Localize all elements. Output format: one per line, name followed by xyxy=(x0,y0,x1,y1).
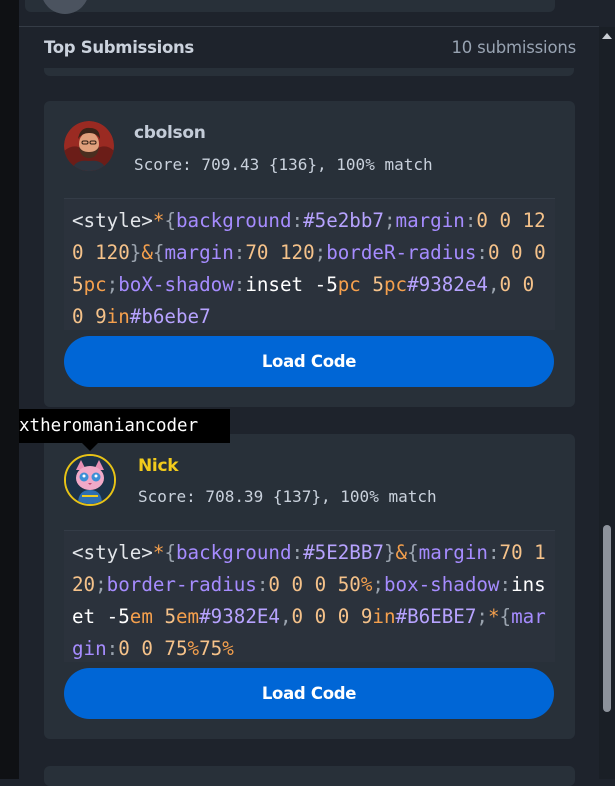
load-code-button[interactable]: Load Code xyxy=(64,668,554,719)
panel-title: Top Submissions xyxy=(44,38,194,57)
tooltip-arrow xyxy=(82,443,98,451)
previous-submission-card xyxy=(44,68,574,76)
scroll-up-arrow-icon[interactable] xyxy=(602,33,612,39)
submission-count: 10 submissions xyxy=(451,38,576,57)
submission-card: cbolson Score: 709.43 {136}, 100% match … xyxy=(44,101,575,407)
previous-panel-card xyxy=(25,0,555,12)
code-preview: <style>*{background:#5E2BB7}&{margin:70 … xyxy=(64,530,555,662)
scrollbar[interactable] xyxy=(599,27,615,779)
cat-mascot-avatar-icon xyxy=(64,454,116,506)
scrollbar-thumb[interactable] xyxy=(603,525,611,712)
username-tooltip: xtheromaniancoder xyxy=(19,409,230,443)
code-text: <style>*{background:#5E2BB7}&{margin:70 … xyxy=(72,541,546,660)
username[interactable]: Nick xyxy=(138,456,179,476)
submissions-header: Top Submissions 10 submissions xyxy=(19,27,599,68)
score-text: Score: 709.43 {136}, 100% match xyxy=(134,155,433,174)
next-submission-card xyxy=(44,766,575,786)
submission-card: Nick Score: 708.39 {137}, 100% match <st… xyxy=(44,434,575,739)
score-text: Score: 708.39 {137}, 100% match xyxy=(138,487,437,506)
code-text: <style>*{background:#5e2bb7;margin:0 0 1… xyxy=(72,209,546,328)
load-code-button[interactable]: Load Code xyxy=(64,336,554,387)
left-edge-strip xyxy=(0,0,19,779)
user-photo-avatar-icon xyxy=(64,121,114,171)
code-preview: <style>*{background:#5e2bb7;margin:0 0 1… xyxy=(64,198,555,330)
username[interactable]: cbolson xyxy=(134,123,206,143)
